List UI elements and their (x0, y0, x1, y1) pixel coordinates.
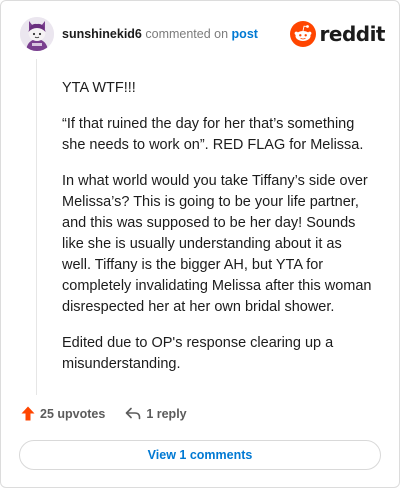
reply-count: 1 reply (146, 406, 187, 421)
comment-card: sunshinekid6 commented on post reddit YT… (0, 0, 400, 488)
post-link[interactable]: post (232, 27, 258, 41)
view-comments-button[interactable]: View 1 comments (19, 440, 381, 470)
comment-footer: 25 upvotes 1 reply (21, 406, 187, 421)
comment-paragraph: In what world would you take Tiffany’s s… (62, 173, 372, 315)
upvote-arrow-icon (21, 406, 35, 421)
reply-button[interactable]: 1 reply (125, 406, 187, 421)
action-text: commented on (145, 27, 229, 41)
upvote-count: 25 upvotes (40, 406, 106, 421)
username-link[interactable]: sunshinekid6 (62, 27, 142, 41)
comment-paragraph: “If that ruined the day for her that’s s… (62, 116, 364, 153)
comment-paragraph: YTA WTF!!! (62, 80, 136, 96)
comment-paragraph: Edited due to OP's response clearing up … (62, 335, 334, 372)
reddit-wordmark: reddit (319, 22, 386, 46)
comment-byline: sunshinekid6 commented on post (62, 27, 258, 41)
reddit-brand[interactable]: reddit (289, 21, 386, 47)
comment-body: YTA WTF!!! “If that ruined the day for h… (62, 78, 374, 390)
reply-arrow-icon (126, 407, 141, 420)
upvote-button[interactable]: 25 upvotes (21, 406, 105, 421)
thread-line[interactable] (36, 59, 37, 395)
avatar-image-icon (20, 17, 54, 51)
comment-header: sunshinekid6 commented on post reddit (20, 14, 386, 54)
reddit-snoo-icon (289, 21, 316, 47)
user-avatar[interactable] (20, 17, 54, 51)
